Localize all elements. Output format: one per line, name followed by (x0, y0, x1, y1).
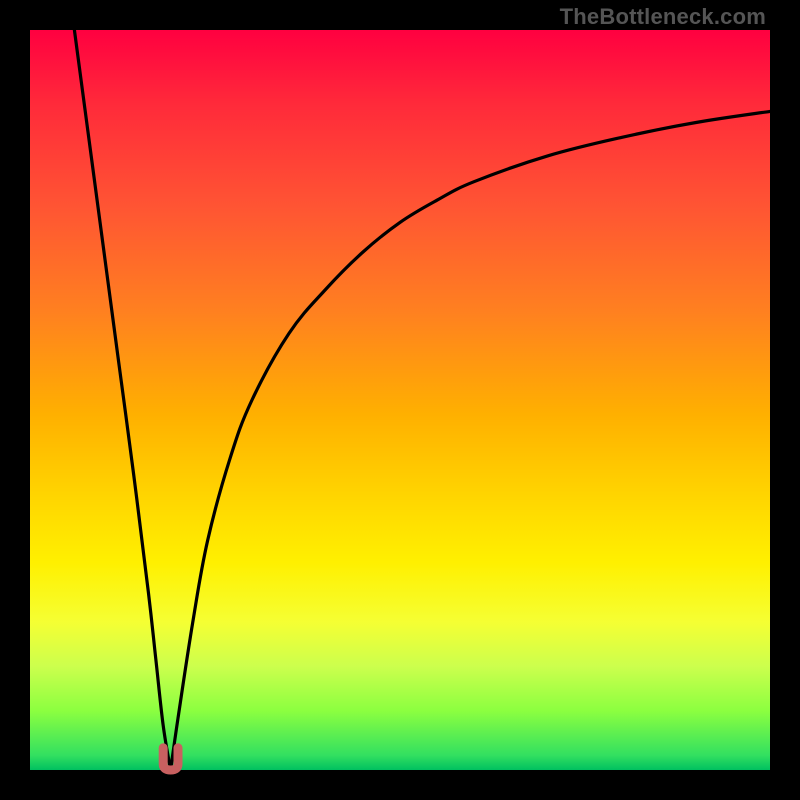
chart-frame: TheBottleneck.com (0, 0, 800, 800)
curve-right-branch (171, 111, 770, 770)
bottleneck-curve (30, 30, 770, 770)
watermark-text: TheBottleneck.com (560, 4, 766, 30)
curve-left-branch (74, 30, 170, 770)
plot-area (30, 30, 770, 770)
